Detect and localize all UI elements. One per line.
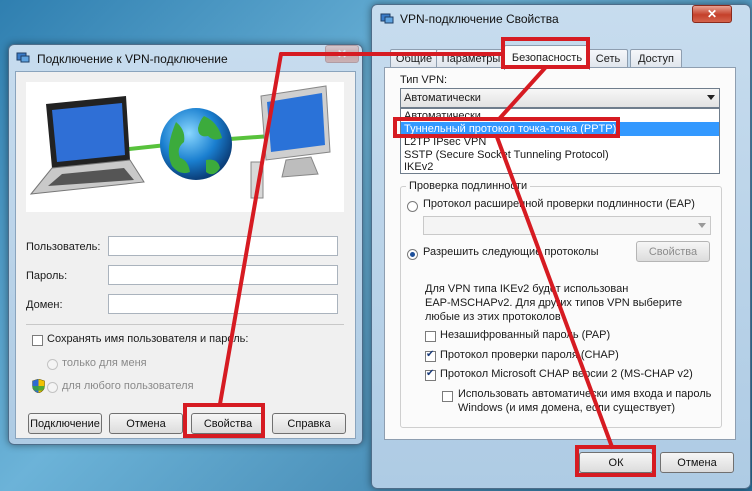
vpn-type-label: Тип VPN: <box>400 74 448 86</box>
allow-protocols-radio[interactable] <box>407 249 418 260</box>
windows-login-label-line1: Использовать автоматически имя входа и п… <box>458 388 712 400</box>
windows-login-checkbox[interactable] <box>442 391 453 402</box>
eap-radio[interactable] <box>407 201 418 212</box>
dropdown-option[interactable]: SSTP (Secure Socket Tunneling Protocol) <box>404 149 609 161</box>
network-icon <box>16 52 30 64</box>
vpn-type-select[interactable]: Автоматически <box>400 88 720 108</box>
any-user-label: для любого пользователя <box>62 380 194 392</box>
close-button[interactable]: ✕ <box>325 45 359 63</box>
save-credentials-label: Сохранять имя пользователя и пароль: <box>47 333 249 345</box>
shield-icon <box>32 378 45 396</box>
auth-group-label: Проверка подлинности <box>406 180 531 192</box>
user-input[interactable] <box>108 236 338 256</box>
highlight-security-tab <box>501 37 590 69</box>
close-icon: ✕ <box>706 7 718 21</box>
windows-login-label-line2: Windows (и имя домена, если существует) <box>458 402 676 414</box>
close-icon: ✕ <box>336 47 348 61</box>
pap-label: Незашифрованный пароль (PAP) <box>440 329 611 341</box>
vpn-connect-dialog: Подключение к VPN-подключение ✕ Пользова… <box>8 44 363 445</box>
vpn-type-value: Автоматически <box>404 92 481 104</box>
chevron-down-icon <box>707 95 715 100</box>
close-button[interactable]: ✕ <box>692 5 732 23</box>
eap-properties-button[interactable]: Свойства <box>636 241 710 262</box>
title-bar: VPN-подключение Свойства ✕ <box>372 5 750 33</box>
info-text-line1: Для VPN типа IKEv2 будет использован <box>425 283 629 295</box>
password-input[interactable] <box>108 265 338 285</box>
eap-select[interactable] <box>423 216 711 235</box>
password-label: Пароль: <box>26 270 68 282</box>
tab-network[interactable]: Сеть <box>588 49 628 68</box>
network-icon <box>380 13 394 28</box>
chap-label: Протокол проверки пароля (CHAP) <box>440 349 619 361</box>
mschapv2-checkbox[interactable] <box>425 368 436 381</box>
only-me-radio[interactable] <box>47 359 58 370</box>
cancel-button[interactable]: Отмена <box>660 452 734 473</box>
connect-button[interactable]: Подключение <box>28 413 102 434</box>
any-user-radio[interactable] <box>47 382 58 393</box>
tab-access[interactable]: Доступ <box>630 49 682 68</box>
mschapv2-label: Протокол Microsoft CHAP версии 2 (MS-CHA… <box>440 368 693 380</box>
user-label: Пользователь: <box>26 241 101 253</box>
highlight-ok-button <box>575 445 656 477</box>
title-bar: Подключение к VPN-подключение ✕ <box>9 45 362 73</box>
only-me-label: только для меня <box>62 357 147 369</box>
pap-checkbox[interactable] <box>425 331 436 342</box>
domain-label: Домен: <box>26 299 63 311</box>
domain-input[interactable] <box>108 294 338 314</box>
tab-general[interactable]: Общие <box>390 49 438 68</box>
highlight-properties-button <box>183 403 265 438</box>
chevron-down-icon <box>698 223 706 228</box>
allow-protocols-label: Разрешить следующие протоколы <box>423 246 599 258</box>
info-text-line3: любые из этих протоколов <box>425 311 561 323</box>
vpn-properties-dialog: VPN-подключение Свойства ✕ Общие Парамет… <box>371 4 751 489</box>
save-credentials-checkbox[interactable] <box>32 335 43 346</box>
dialog-client: Пользователь: Пароль: Домен: Сохранять и… <box>15 71 356 439</box>
help-button[interactable]: Справка <box>272 413 346 434</box>
cancel-button[interactable]: Отмена <box>109 413 183 434</box>
info-text-line2: EAP-MSCHAPv2. Для других типов VPN выбер… <box>425 297 683 309</box>
dialog-title: VPN-подключение Свойства <box>400 12 559 26</box>
tab-parameters[interactable]: Параметры <box>436 49 506 68</box>
dropdown-option[interactable]: IKEv2 <box>404 161 433 173</box>
dialog-title: Подключение к VPN-подключение <box>37 52 228 66</box>
vpn-banner-image <box>26 82 344 212</box>
chap-checkbox[interactable] <box>425 349 436 362</box>
eap-radio-label: Протокол расширенной проверки подлинност… <box>423 198 695 210</box>
separator <box>26 324 344 325</box>
highlight-pptp-option <box>393 117 620 138</box>
